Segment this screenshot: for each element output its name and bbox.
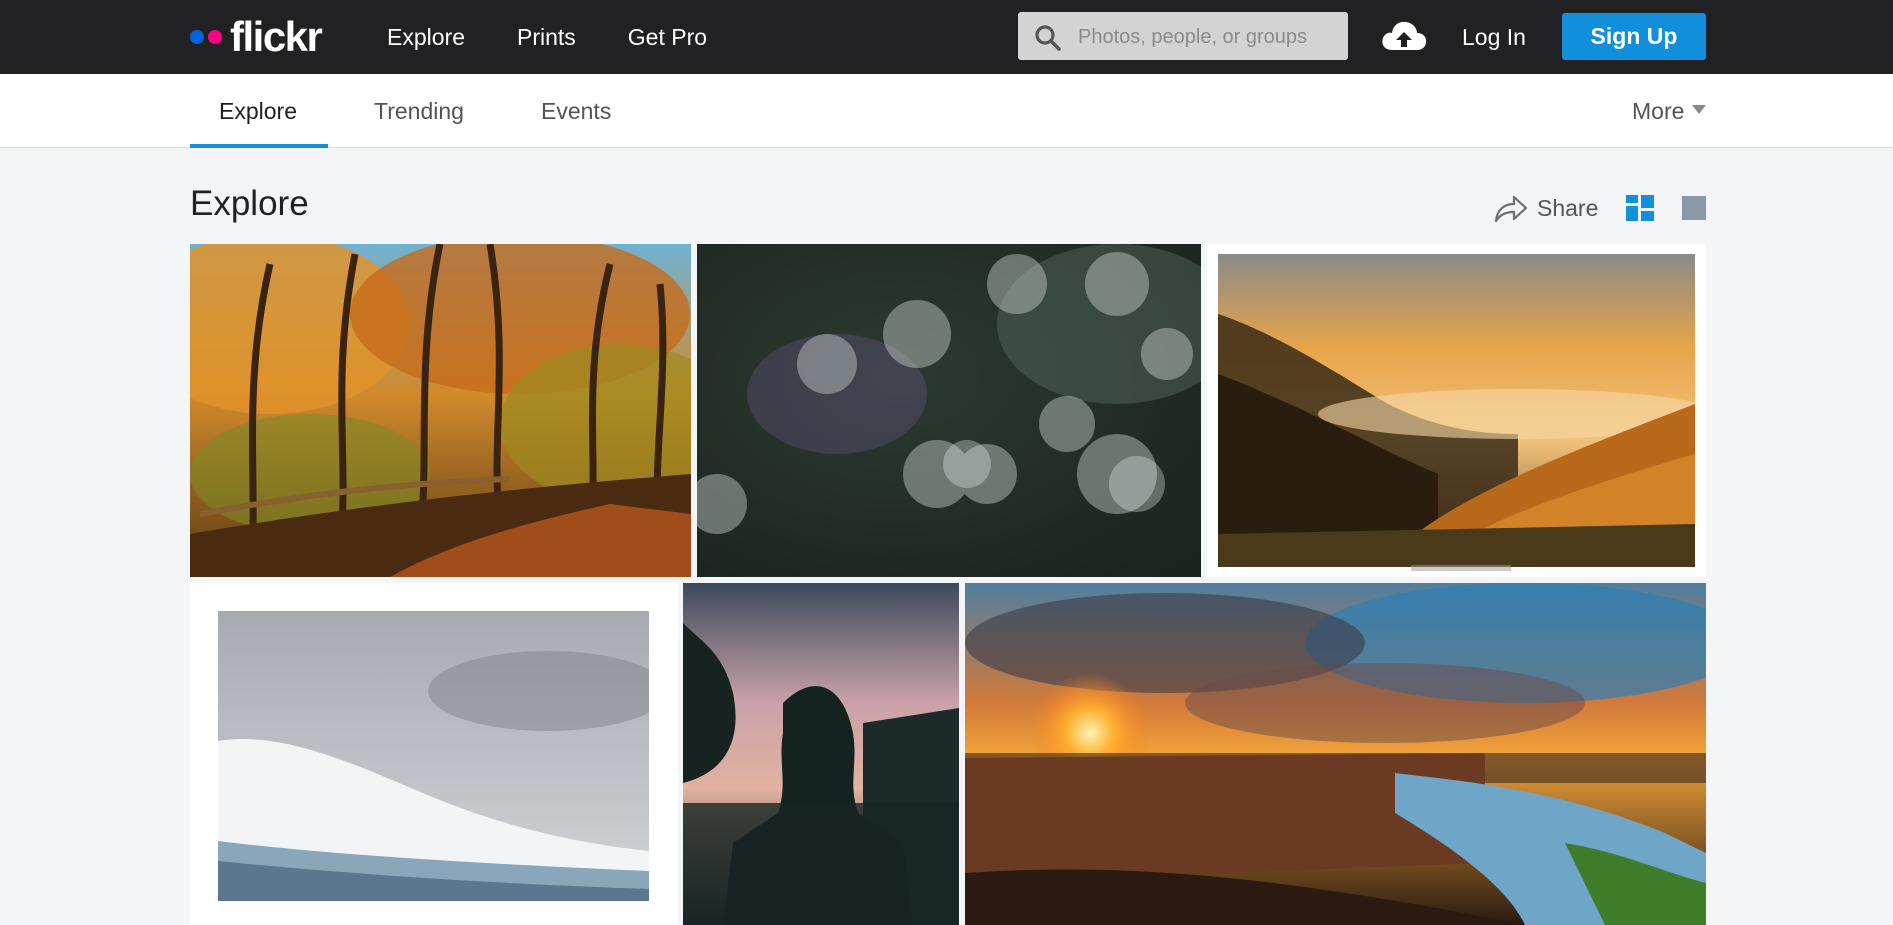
explore-subnav: Explore Trending Events More [0, 74, 1893, 148]
tab-events[interactable]: Events [541, 74, 611, 148]
search-box[interactable] [1018, 12, 1348, 62]
active-tab-indicator [190, 144, 328, 148]
search-icon[interactable] [1034, 24, 1062, 52]
share-label: Share [1537, 194, 1599, 221]
caret-down-icon [1692, 105, 1707, 115]
cloud-upload-icon[interactable] [1380, 16, 1428, 56]
logo-wordmark: flickr [230, 13, 323, 60]
nav-explore-link[interactable]: Explore [387, 24, 465, 51]
photo-autumn-forest-path[interactable] [190, 244, 691, 577]
sign-up-button[interactable]: Sign Up [1562, 13, 1706, 60]
photo-snowy-glacier[interactable] [190, 583, 678, 925]
photo-silhouette-dusk[interactable] [683, 583, 959, 925]
single-view-icon[interactable] [1682, 196, 1706, 220]
flickr-logo[interactable]: flickr [190, 13, 323, 60]
share-button[interactable]: Share [1493, 191, 1598, 225]
photo-watermark [1411, 565, 1511, 571]
more-label: More [1632, 98, 1685, 124]
grid-view-icon[interactable] [1626, 195, 1654, 221]
vineyard-image [1218, 254, 1695, 567]
tab-trending[interactable]: Trending [374, 74, 464, 148]
photo-sunset-marsh[interactable] [965, 583, 1706, 925]
tab-explore[interactable]: Explore [219, 74, 297, 148]
top-navigation-bar: flickr Explore Prints Get Pro Log In Sig… [0, 0, 1893, 74]
marsh-sunset-image [965, 583, 1706, 925]
logo-blue-dot [190, 30, 204, 44]
main-nav: Explore Prints Get Pro [387, 0, 759, 74]
logo-pink-dot [208, 30, 222, 44]
glacier-image [218, 611, 649, 901]
page-title: Explore [190, 184, 309, 223]
photo-foggy-vineyard[interactable] [1207, 244, 1706, 577]
log-in-link[interactable]: Log In [1462, 0, 1526, 74]
share-arrow-icon [1494, 195, 1528, 223]
autumn-forest-image [190, 244, 691, 577]
bokeh-image [697, 244, 1201, 577]
more-menu[interactable]: More [1632, 74, 1707, 148]
nav-get-pro-link[interactable]: Get Pro [628, 24, 707, 51]
search-input[interactable] [1076, 12, 1342, 62]
photo-green-bokeh[interactable] [697, 244, 1201, 577]
nav-prints-link[interactable]: Prints [517, 24, 576, 51]
silhouette-image [683, 583, 959, 925]
